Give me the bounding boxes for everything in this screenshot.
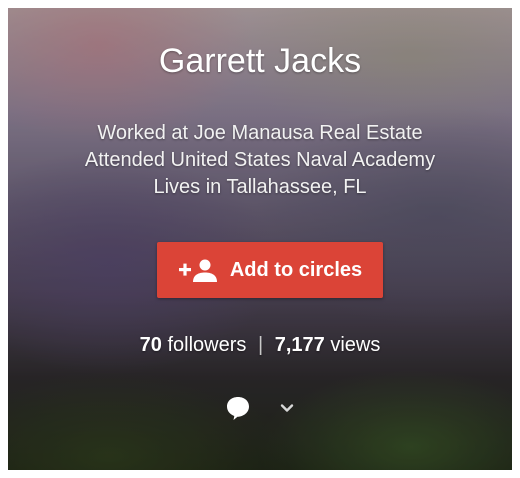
followers-label: followers [167,334,247,356]
profile-cover-card: Garrett Jacks Worked at Joe Manausa Real… [8,8,512,470]
work-detail: Worked at Joe Manausa Real Estate [97,122,423,144]
education-detail: Attended United States Naval Academy [84,149,436,171]
speech-bubble-icon[interactable] [225,395,251,421]
views-count: 7,177 [274,334,325,356]
add-person-icon [178,258,218,282]
profile-actions-row [8,395,512,421]
chevron-down-icon[interactable] [279,400,295,416]
stats-separator: | [257,334,264,356]
profile-stats: 70 followers | 7,177 views [8,334,512,357]
location-detail: Lives in Tallahassee, FL [153,176,367,198]
add-to-circles-button[interactable]: Add to circles [157,242,383,298]
profile-details: Worked at Joe Manausa Real Estate Attend… [8,120,512,201]
followers-count: 70 [139,334,162,356]
profile-name: Garrett Jacks [158,42,362,80]
views-label: views [330,334,381,356]
add-to-circles-label: Add to circles [229,258,363,281]
